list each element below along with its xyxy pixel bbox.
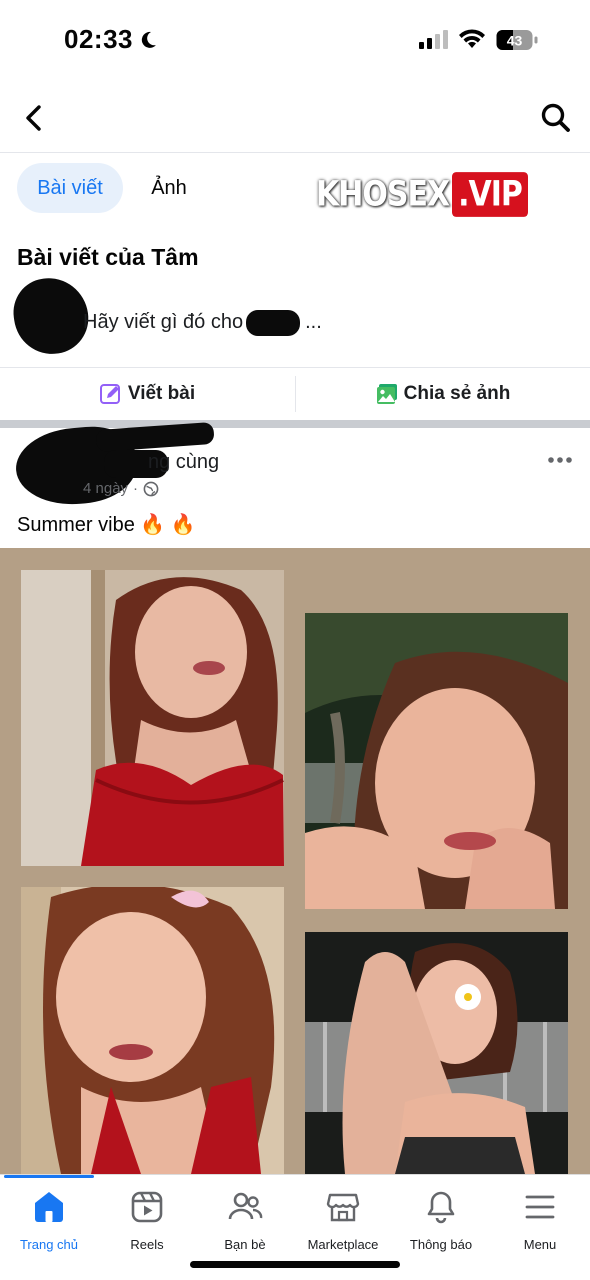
status-time: 02:33 [64,24,133,54]
nav-friends-label: Bạn bè [224,1237,266,1252]
collage-photo-2[interactable] [305,613,568,909]
nav-menu-label: Menu [523,1237,557,1252]
meta-separator: · [133,480,139,497]
post-author-name[interactable]: ng cùng [148,451,219,474]
nav-friends[interactable]: Bạn bè [196,1183,294,1253]
globe-icon [143,481,159,496]
divider [0,152,590,153]
post-caption: Summer vibe 🔥 🔥 [17,514,196,536]
composer-ellipsis: ... [305,311,322,333]
write-post-label: Viết bài [127,383,196,404]
redaction-mark [246,310,300,336]
photo-icon [376,384,397,404]
bell-icon [427,1191,455,1224]
watermark-logo: KHOSEX .VIP [316,171,528,217]
section-title: Bài viết của Tâm [17,244,199,270]
back-arrow-icon[interactable] [18,100,50,136]
write-post-button[interactable]: Viết bài [0,368,295,420]
tab-posts[interactable]: Bài viết [17,163,123,213]
nav-menu[interactable]: Menu [491,1183,589,1253]
nav-marketplace[interactable]: Marketplace [294,1183,392,1253]
composer-placeholder: Hãy viết gì đó cho [83,311,244,333]
nav-reels-label: Reels [130,1237,164,1252]
nav-reels[interactable]: Reels [98,1183,196,1253]
marketplace-icon [326,1193,360,1222]
pencil-icon [99,384,120,404]
wifi-icon [459,29,485,48]
share-photo-label: Chia sẻ ảnh [403,383,511,404]
nav-notifications-label: Thông báo [409,1237,473,1252]
home-indicator [190,1261,400,1268]
nav-marketplace-label: Marketplace [307,1237,379,1252]
friends-icon [228,1192,263,1220]
battery-icon: 43 [496,30,538,50]
cellular-signal-icon [419,30,448,49]
more-options-icon[interactable] [544,448,576,472]
battery-level: 43 [507,33,523,49]
watermark-badge: .VIP [452,171,528,217]
menu-icon [525,1195,555,1219]
share-photo-button[interactable]: Chia sẻ ảnh [296,368,590,420]
tab-photos[interactable]: Ảnh [134,163,204,213]
nav-home-label: Trang chủ [19,1237,79,1252]
nav-notifications[interactable]: Thông báo [392,1183,490,1253]
post-photo-collage[interactable] [0,548,590,1174]
top-nav-bar [0,90,590,150]
collage-photo-1[interactable] [21,570,284,866]
status-bar: 02:33 43 [0,0,590,80]
reels-icon [131,1191,163,1223]
watermark-text: KHOSEX [316,173,450,215]
home-icon [35,1192,63,1222]
moon-icon [141,31,156,48]
active-tab-indicator [4,1175,94,1178]
collage-photo-4[interactable] [305,932,568,1174]
search-icon[interactable] [538,100,574,136]
nav-home[interactable]: Trang chủ [0,1183,98,1253]
composer-avatar [9,273,93,359]
post-meta: 4 ngày · [83,480,159,497]
post-time[interactable]: 4 ngày [83,480,128,497]
collage-photo-3[interactable] [21,887,284,1174]
